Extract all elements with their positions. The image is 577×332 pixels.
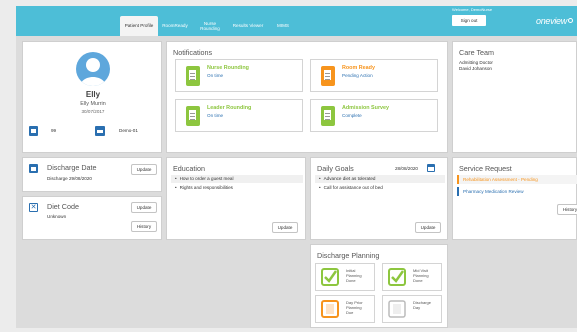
discharge-plan-label: Initial Planning Done	[346, 268, 362, 283]
welcome-text: Welcome, DemoNurse	[452, 7, 493, 12]
tab-label: Nurse Rounding	[200, 20, 220, 32]
service-request-card: Service Request Rehabilitation Assessmen…	[452, 157, 577, 240]
discharge-plan-discharge-day[interactable]: Discharge Day	[382, 295, 442, 323]
discharge-plan-day-prior[interactable]: Day Prior Planning Due	[315, 295, 375, 323]
tab-roomready[interactable]: RoomReady	[159, 16, 191, 36]
notification-admission-survey[interactable]: Admission Survey Complete	[310, 99, 438, 132]
service-request-title: Service Request	[459, 164, 512, 173]
discharge-date-card: Discharge Date Discharge 29/08/2020 Upda…	[22, 157, 162, 192]
diet-icon: ✕	[29, 203, 38, 212]
tab-label: Results Viewer	[232, 23, 264, 29]
checklist-icon	[321, 106, 335, 126]
service-request-item[interactable]: Rehabilitation Assessment - Pending	[457, 175, 577, 184]
tab-label: MIMS	[277, 23, 289, 29]
daily-goal-item: Call for assistance out of bed	[315, 184, 445, 192]
discharge-plan-label: Mid Visit Planning Done	[413, 268, 429, 283]
discharge-plan-label: Discharge Day	[413, 300, 432, 310]
checklist-icon	[321, 66, 335, 86]
device-bezel: Patient Profile RoomReady Nurse Rounding…	[0, 0, 577, 332]
discharge-plan-initial[interactable]: Initial Planning Done	[315, 263, 375, 291]
discharge-planning-title: Discharge Planning	[317, 251, 380, 260]
ward-icon	[95, 126, 105, 136]
notification-title: Room Ready	[342, 65, 375, 71]
tab-nurse-rounding[interactable]: Nurse Rounding	[192, 16, 228, 36]
daily-goals-date: 28/08/2020	[395, 166, 418, 171]
checkmark-icon	[321, 268, 339, 286]
avatar-icon	[76, 52, 110, 86]
notification-status: Pending Action	[342, 73, 373, 78]
sign-out-button[interactable]: Sign out	[452, 15, 486, 26]
patient-name: Elly	[85, 90, 101, 99]
service-request-item[interactable]: Pharmacy Medication Review	[457, 187, 577, 196]
dashboard: Elly Elly Murrin 30/07/2017 99 Demo-01 N…	[16, 36, 577, 328]
ward-name: Demo-01	[119, 128, 138, 133]
daily-goals-update-button[interactable]: Update	[415, 222, 441, 233]
education-item: Rights and responsibilities	[171, 184, 303, 192]
logo-mark-icon	[568, 18, 573, 23]
care-team-member: David Johanson	[459, 66, 492, 71]
oneview-logo: oneview	[536, 16, 567, 26]
discharge-date-value: Discharge 29/08/2020	[47, 176, 92, 181]
calendar-icon	[29, 164, 38, 173]
education-card: Education How to order a guest meal Righ…	[166, 157, 306, 240]
notification-status: Complete	[342, 113, 362, 118]
app-screen: Patient Profile RoomReady Nurse Rounding…	[16, 6, 577, 328]
discharge-update-button[interactable]: Update	[131, 164, 157, 175]
discharge-date-title: Discharge Date	[47, 163, 97, 172]
notification-nurse-rounding[interactable]: Nurse Rounding On time	[175, 59, 303, 92]
daily-goals-card: Daily Goals 28/08/2020 Advance diet as t…	[310, 157, 448, 240]
diet-update-button[interactable]: Update	[131, 202, 157, 213]
diet-history-button[interactable]: History	[131, 221, 157, 232]
notifications-title: Notifications	[173, 48, 213, 57]
notification-status: On time	[207, 73, 224, 78]
discharge-planning-card: Discharge Planning Initial Planning Done…	[310, 244, 448, 328]
education-update-button[interactable]: Update	[272, 222, 298, 233]
tab-label: Patient Profile	[124, 23, 154, 29]
checklist-icon	[186, 106, 200, 126]
tab-label: RoomReady	[162, 23, 188, 29]
care-team-card: Care Team Admitting Doctor David Johanso…	[452, 41, 577, 153]
notification-title: Admission Survey	[342, 105, 390, 111]
checklist-icon	[186, 66, 200, 86]
tab-results-viewer[interactable]: Results Viewer	[229, 16, 267, 36]
care-team-role: Admitting Doctor	[459, 60, 493, 65]
checkmark-icon	[388, 268, 406, 286]
patient-full-name: Elly Murrin	[80, 101, 106, 107]
education-title: Education	[173, 164, 205, 173]
notification-leader-rounding[interactable]: Leader Rounding On time	[175, 99, 303, 132]
notification-room-ready[interactable]: Room Ready Pending Action	[310, 59, 438, 92]
patient-card: Elly Elly Murrin 30/07/2017 99 Demo-01	[22, 41, 162, 153]
discharge-plan-mid-visit[interactable]: Mid Visit Planning Done	[382, 263, 442, 291]
education-item: How to order a guest meal	[171, 175, 303, 183]
bed-icon	[29, 126, 38, 136]
diet-code-card: ✕ Diet Code Unknown Update History	[22, 196, 162, 240]
service-history-button[interactable]: History	[557, 204, 577, 215]
tab-patient-profile[interactable]: Patient Profile	[120, 16, 158, 36]
empty-doc-icon	[388, 300, 406, 318]
patient-dob: 30/07/2017	[81, 109, 105, 114]
bed-number: 99	[51, 128, 57, 133]
daily-goals-title: Daily Goals	[317, 164, 354, 173]
notification-status: On time	[207, 113, 224, 118]
daily-goal-item: Advance diet as tolerated	[315, 175, 445, 183]
discharge-plan-label: Day Prior Planning Due	[346, 300, 363, 315]
diet-code-title: Diet Code	[47, 202, 79, 211]
service-request-label: Rehabilitation Assessment - Pending	[463, 177, 538, 182]
top-navigation-bar: Patient Profile RoomReady Nurse Rounding…	[16, 6, 577, 36]
notification-title: Leader Rounding	[207, 105, 252, 111]
diet-code-value: Unknown	[47, 214, 67, 219]
notifications-card: Notifications Nurse Rounding On time Roo…	[166, 41, 448, 153]
notification-title: Nurse Rounding	[207, 65, 249, 71]
calendar-icon	[427, 164, 435, 172]
service-request-label: Pharmacy Medication Review	[463, 189, 524, 194]
tab-mims[interactable]: MIMS	[268, 16, 298, 36]
pending-doc-icon	[321, 300, 339, 318]
care-team-title: Care Team	[459, 48, 495, 57]
